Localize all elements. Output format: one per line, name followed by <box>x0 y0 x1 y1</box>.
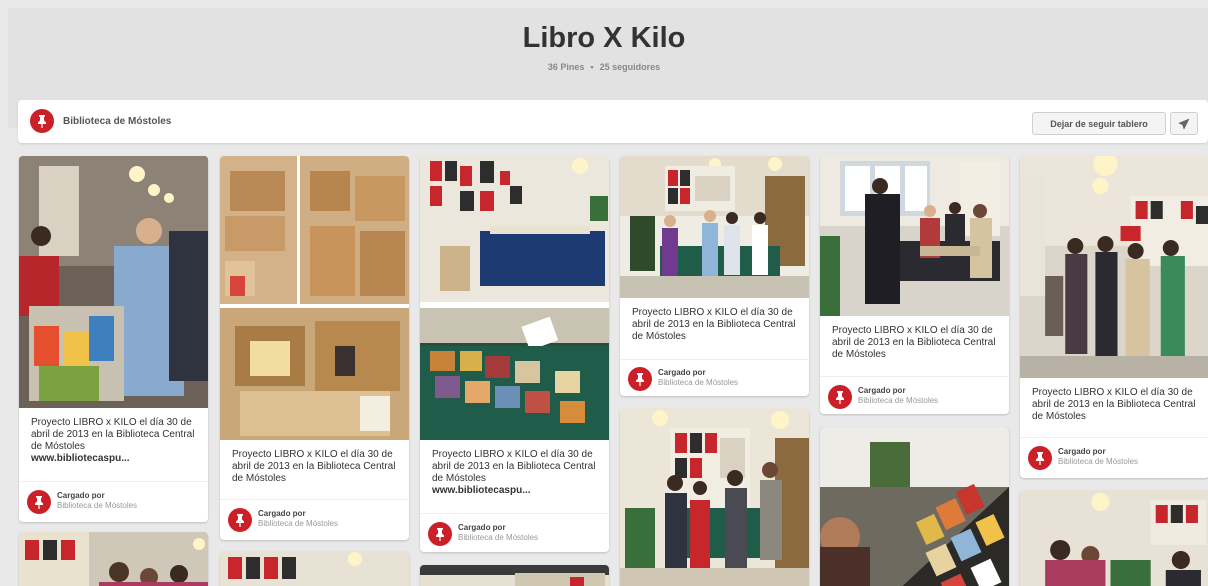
followers-count[interactable]: 25 seguidores <box>600 62 661 72</box>
pin-image[interactable] <box>420 565 609 586</box>
divider <box>1020 437 1208 438</box>
credit-label: Cargado por <box>458 523 506 532</box>
credit-name[interactable]: Biblioteca de Móstoles <box>258 519 338 528</box>
pins-count[interactable]: 36 Pines <box>548 62 585 72</box>
pin-description: Proyecto LIBRO x KILO el día 30 de abril… <box>432 449 600 497</box>
pin-credit[interactable]: Cargado por Biblioteca de Móstoles <box>828 381 1003 411</box>
credit-label: Cargado por <box>858 386 906 395</box>
pin-image[interactable] <box>820 156 1009 316</box>
pin-card[interactable] <box>19 532 208 586</box>
pin-url[interactable]: www.bibliotecaspu... <box>31 453 199 465</box>
board-title: Libro X Kilo <box>522 22 686 54</box>
credit-name[interactable]: Biblioteca de Móstoles <box>458 533 538 542</box>
pin-credit[interactable]: Cargado por Biblioteca de Móstoles <box>228 504 403 534</box>
pin-card[interactable]: Proyecto LIBRO x KILO el día 30 de abril… <box>220 156 409 540</box>
pin-image[interactable] <box>19 532 208 586</box>
pin-url[interactable]: www.bibliotecaspu... <box>432 485 600 497</box>
pin-card[interactable] <box>220 551 409 586</box>
pin-image[interactable] <box>19 156 208 408</box>
pin-card[interactable]: Proyecto LIBRO x KILO el día 30 de abril… <box>1020 156 1208 478</box>
pin-card[interactable]: Proyecto LIBRO x KILO el día 30 de abril… <box>19 156 208 522</box>
divider <box>19 481 208 482</box>
pin-credit[interactable]: Cargado por Biblioteca de Móstoles <box>27 486 202 516</box>
pin-image[interactable] <box>620 156 809 298</box>
credit-name[interactable]: Biblioteca de Móstoles <box>1058 457 1138 466</box>
credit-label: Cargado por <box>658 368 706 377</box>
credit-label: Cargado por <box>1058 447 1106 456</box>
credit-name[interactable]: Biblioteca de Móstoles <box>858 396 938 405</box>
pin-card[interactable] <box>420 565 609 586</box>
pin-card[interactable] <box>1020 490 1208 586</box>
pin-card[interactable] <box>620 408 809 586</box>
stats-separator: • <box>590 62 594 72</box>
credit-name[interactable]: Biblioteca de Móstoles <box>658 378 738 387</box>
pin-image[interactable] <box>220 551 409 586</box>
credit-label: Cargado por <box>258 509 306 518</box>
divider <box>820 376 1009 377</box>
credit-label: Cargado por <box>57 491 105 500</box>
send-board-button[interactable] <box>1170 112 1198 135</box>
pin-credit[interactable]: Cargado por Biblioteca de Móstoles <box>628 363 803 393</box>
pin-image[interactable] <box>1020 490 1208 586</box>
pushpin-icon <box>828 385 852 409</box>
pin-credit[interactable]: Cargado por Biblioteca de Móstoles <box>428 518 603 548</box>
paper-plane-icon <box>1178 118 1190 129</box>
pin-card[interactable]: Proyecto LIBRO x KILO el día 30 de abril… <box>420 156 609 552</box>
pin-description: Proyecto LIBRO x KILO el día 30 de abril… <box>632 307 796 342</box>
pin-image[interactable] <box>820 427 1009 586</box>
divider <box>620 359 809 360</box>
divider <box>220 499 409 500</box>
owner-name[interactable]: Biblioteca de Móstoles <box>63 116 171 127</box>
credit-name[interactable]: Biblioteca de Móstoles <box>57 501 137 510</box>
unfollow-board-button[interactable]: Dejar de seguir tablero <box>1032 112 1166 135</box>
pushpin-icon <box>428 522 452 546</box>
pushpin-icon <box>1028 446 1052 470</box>
pin-card[interactable] <box>820 427 1009 586</box>
pushpin-icon[interactable] <box>30 109 54 133</box>
pin-card[interactable]: Proyecto LIBRO x KILO el día 30 de abril… <box>820 156 1009 414</box>
pushpin-icon <box>27 490 51 514</box>
board-owner-bar: Biblioteca de Móstoles Dejar de seguir t… <box>18 100 1208 143</box>
pin-card[interactable]: Proyecto LIBRO x KILO el día 30 de abril… <box>620 156 809 396</box>
pin-description: Proyecto LIBRO x KILO el día 30 de abril… <box>31 417 199 465</box>
pin-image[interactable] <box>420 156 609 440</box>
pushpin-icon <box>628 367 652 391</box>
pin-image[interactable] <box>620 408 809 586</box>
pin-image[interactable] <box>220 156 409 440</box>
board-stats: 36 Pines • 25 seguidores <box>0 62 1208 72</box>
pin-credit[interactable]: Cargado por Biblioteca de Móstoles <box>1028 442 1203 472</box>
pin-description: Proyecto LIBRO x KILO el día 30 de abril… <box>832 325 996 360</box>
pushpin-icon <box>228 508 252 532</box>
pin-description: Proyecto LIBRO x KILO el día 30 de abril… <box>1032 387 1196 422</box>
pin-image[interactable] <box>1020 156 1208 378</box>
divider <box>420 513 609 514</box>
pin-description: Proyecto LIBRO x KILO el día 30 de abril… <box>232 449 396 484</box>
